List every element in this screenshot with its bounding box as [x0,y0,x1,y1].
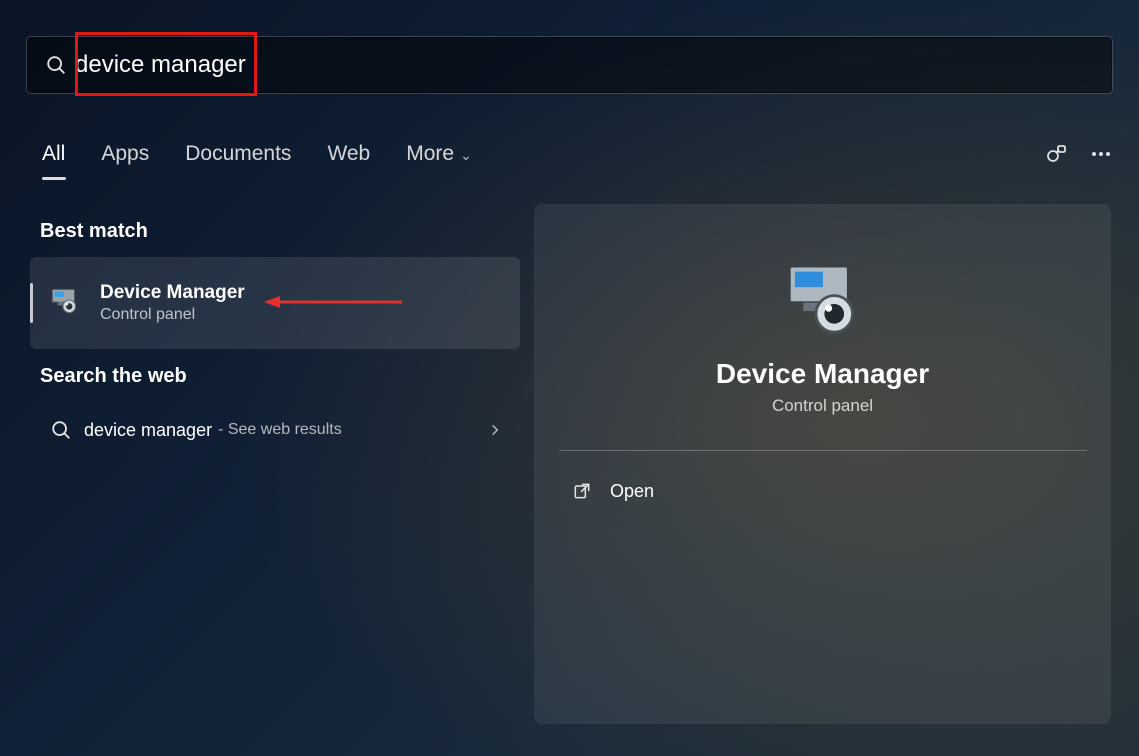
quick-search-icon[interactable] [1045,142,1069,166]
web-search-result[interactable]: device manager - See web results [30,402,520,458]
result-preview-panel: Device Manager Control panel Open [534,204,1111,724]
search-bar[interactable] [26,36,1113,94]
open-label: Open [610,481,654,502]
search-icon [50,419,72,441]
tab-web[interactable]: Web [327,142,370,166]
preview-title: Device Manager [716,358,929,390]
device-manager-icon [48,286,82,320]
web-result-suffix: - See web results [218,421,342,439]
tab-more[interactable]: More⌄ [406,142,472,166]
more-options-icon[interactable] [1089,142,1113,166]
open-icon [572,481,592,501]
device-manager-icon [778,260,868,334]
filter-tabs: All Apps Documents Web More⌄ [42,132,1113,176]
open-action[interactable]: Open [558,463,1087,519]
best-match-result[interactable]: Device Manager Control panel [30,257,520,349]
chevron-right-icon [488,423,502,437]
chevron-down-icon: ⌄ [460,147,472,163]
search-web-header: Search the web [40,365,510,388]
best-match-header: Best match [40,220,510,243]
tab-all[interactable]: All [42,142,65,166]
search-input[interactable] [67,37,1112,93]
search-icon [45,54,67,76]
tab-documents[interactable]: Documents [185,142,291,166]
best-match-subtitle: Control panel [100,306,245,324]
web-result-query: device manager [84,420,212,441]
tab-apps[interactable]: Apps [101,142,149,166]
best-match-title: Device Manager [100,282,245,304]
preview-subtitle: Control panel [772,396,873,416]
